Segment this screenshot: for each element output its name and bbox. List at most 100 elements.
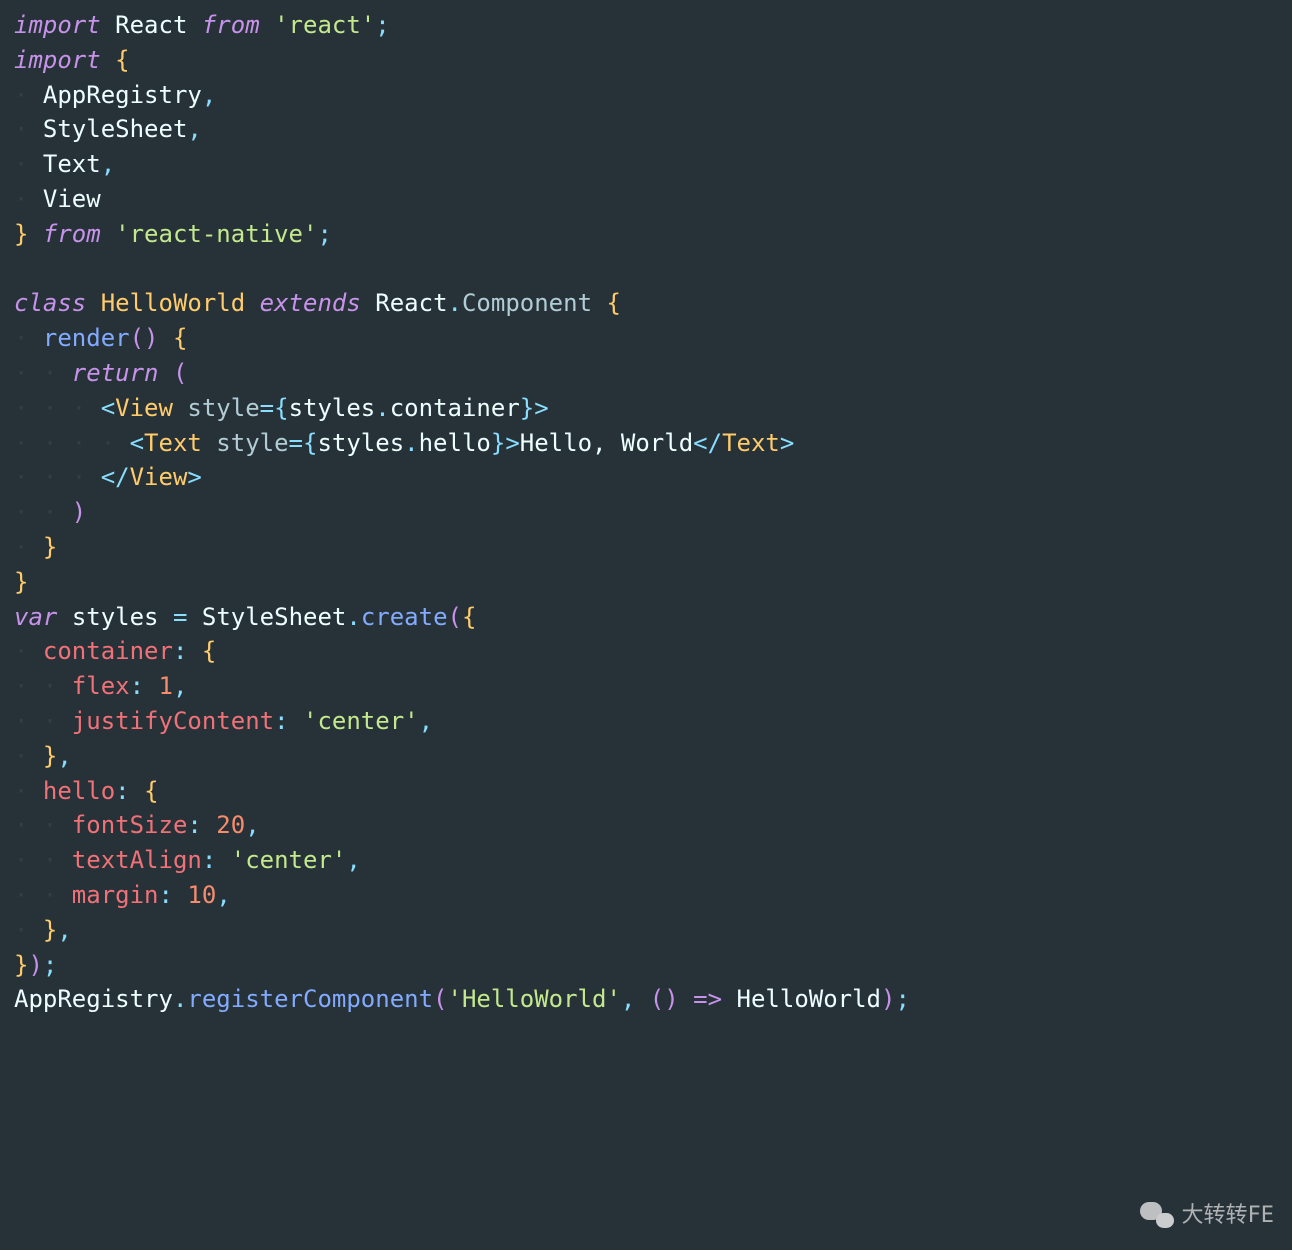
comma: ,: [57, 742, 71, 770]
indent-guide: · ·: [14, 881, 72, 909]
brace-close: }: [520, 394, 534, 422]
jsx-attr: style: [216, 429, 288, 457]
keyword-import: import: [14, 11, 101, 39]
string-react: 'react': [274, 11, 375, 39]
semicolon: ;: [375, 11, 389, 39]
number: 1: [159, 672, 173, 700]
brace-open: {: [202, 637, 216, 665]
indent-guide: · · ·: [14, 394, 101, 422]
angle-open: </: [101, 463, 130, 491]
ident-appregistry: AppRegistry: [14, 985, 173, 1013]
keyword-var: var: [14, 603, 57, 631]
ident-styles: styles: [289, 394, 376, 422]
brace-close: }: [14, 951, 28, 979]
angle-open: </: [693, 429, 722, 457]
keyword-import: import: [14, 46, 101, 74]
indent-guide: · ·: [14, 359, 72, 387]
comma: ,: [419, 707, 433, 735]
brace-close: }: [491, 429, 505, 457]
ident-view: View: [43, 185, 101, 213]
paren-close: ): [881, 985, 895, 1013]
colon: :: [130, 672, 144, 700]
keyword-from: from: [43, 220, 101, 248]
comma: ,: [187, 115, 201, 143]
paren-open: (: [173, 359, 187, 387]
method-register: registerComponent: [187, 985, 433, 1013]
semicolon: ;: [895, 985, 909, 1013]
colon: :: [202, 846, 216, 874]
string: 'HelloWorld': [448, 985, 621, 1013]
colon: :: [274, 707, 288, 735]
indent-guide: ·: [14, 916, 43, 944]
component: Component: [462, 289, 592, 317]
indent-guide: · ·: [14, 846, 72, 874]
colon: :: [115, 777, 129, 805]
brace-close: }: [43, 742, 57, 770]
code-block: import React from 'react'; import { · Ap…: [14, 8, 1278, 1017]
brace-close: }: [14, 568, 28, 596]
indent-guide: ·: [14, 324, 28, 352]
prop-key: flex: [72, 672, 130, 700]
ident-appregistry: AppRegistry: [43, 81, 202, 109]
equals: =: [173, 603, 187, 631]
keyword-return: return: [72, 359, 159, 387]
angle-open: <: [130, 429, 144, 457]
prop-key: margin: [72, 881, 159, 909]
keyword-from: from: [202, 11, 260, 39]
colon: :: [187, 811, 201, 839]
number: 10: [187, 881, 216, 909]
wechat-icon: [1138, 1200, 1176, 1232]
brace-close: }: [43, 916, 57, 944]
ident-container: container: [390, 394, 520, 422]
jsx-text: Hello, World: [520, 429, 693, 457]
comma: ,: [57, 916, 71, 944]
angle-open: <: [101, 394, 115, 422]
indent-guide: ·: [14, 637, 28, 665]
brace-open: {: [606, 289, 620, 317]
class-name: HelloWorld: [101, 289, 246, 317]
comma: ,: [216, 881, 230, 909]
indent-guide: ·: [14, 150, 28, 178]
ident-react: React: [375, 289, 447, 317]
watermark: 大转转FE: [1138, 1200, 1275, 1232]
prop-key: hello: [43, 777, 115, 805]
semicolon: ;: [317, 220, 331, 248]
comma: ,: [245, 811, 259, 839]
paren-close: ): [28, 951, 42, 979]
method-render: render: [43, 324, 130, 352]
indent-guide: ·: [14, 533, 43, 561]
dot: .: [173, 985, 187, 1013]
indent-guide: ·: [14, 777, 28, 805]
arrow: =>: [693, 985, 722, 1013]
string-react-native: 'react-native': [115, 220, 317, 248]
angle-close: >: [187, 463, 201, 491]
jsx-tag: View: [115, 394, 173, 422]
indent-guide: · ·: [14, 672, 72, 700]
angle-close: >: [534, 394, 548, 422]
method-create: create: [361, 603, 448, 631]
paren: (): [130, 324, 159, 352]
indent-guide: · · · ·: [14, 429, 130, 457]
equals: =: [260, 394, 274, 422]
dot: .: [404, 429, 418, 457]
brace-close: }: [14, 220, 28, 248]
angle-close: >: [505, 429, 519, 457]
ident-styles: styles: [72, 603, 159, 631]
ident-react: React: [115, 11, 187, 39]
prop-key: fontSize: [72, 811, 188, 839]
comma: ,: [621, 985, 635, 1013]
string: 'center': [231, 846, 347, 874]
indent-guide: ·: [14, 185, 28, 213]
paren-open: (: [448, 603, 462, 631]
brace-open: {: [462, 603, 476, 631]
dot: .: [346, 603, 360, 631]
number: 20: [216, 811, 245, 839]
jsx-tag: Text: [722, 429, 780, 457]
ident-styles: styles: [317, 429, 404, 457]
colon: :: [173, 637, 187, 665]
ident-helloworld: HelloWorld: [737, 985, 882, 1013]
indent-guide: · ·: [14, 811, 72, 839]
paren: (): [650, 985, 679, 1013]
jsx-tag: View: [130, 463, 188, 491]
comma: ,: [101, 150, 115, 178]
